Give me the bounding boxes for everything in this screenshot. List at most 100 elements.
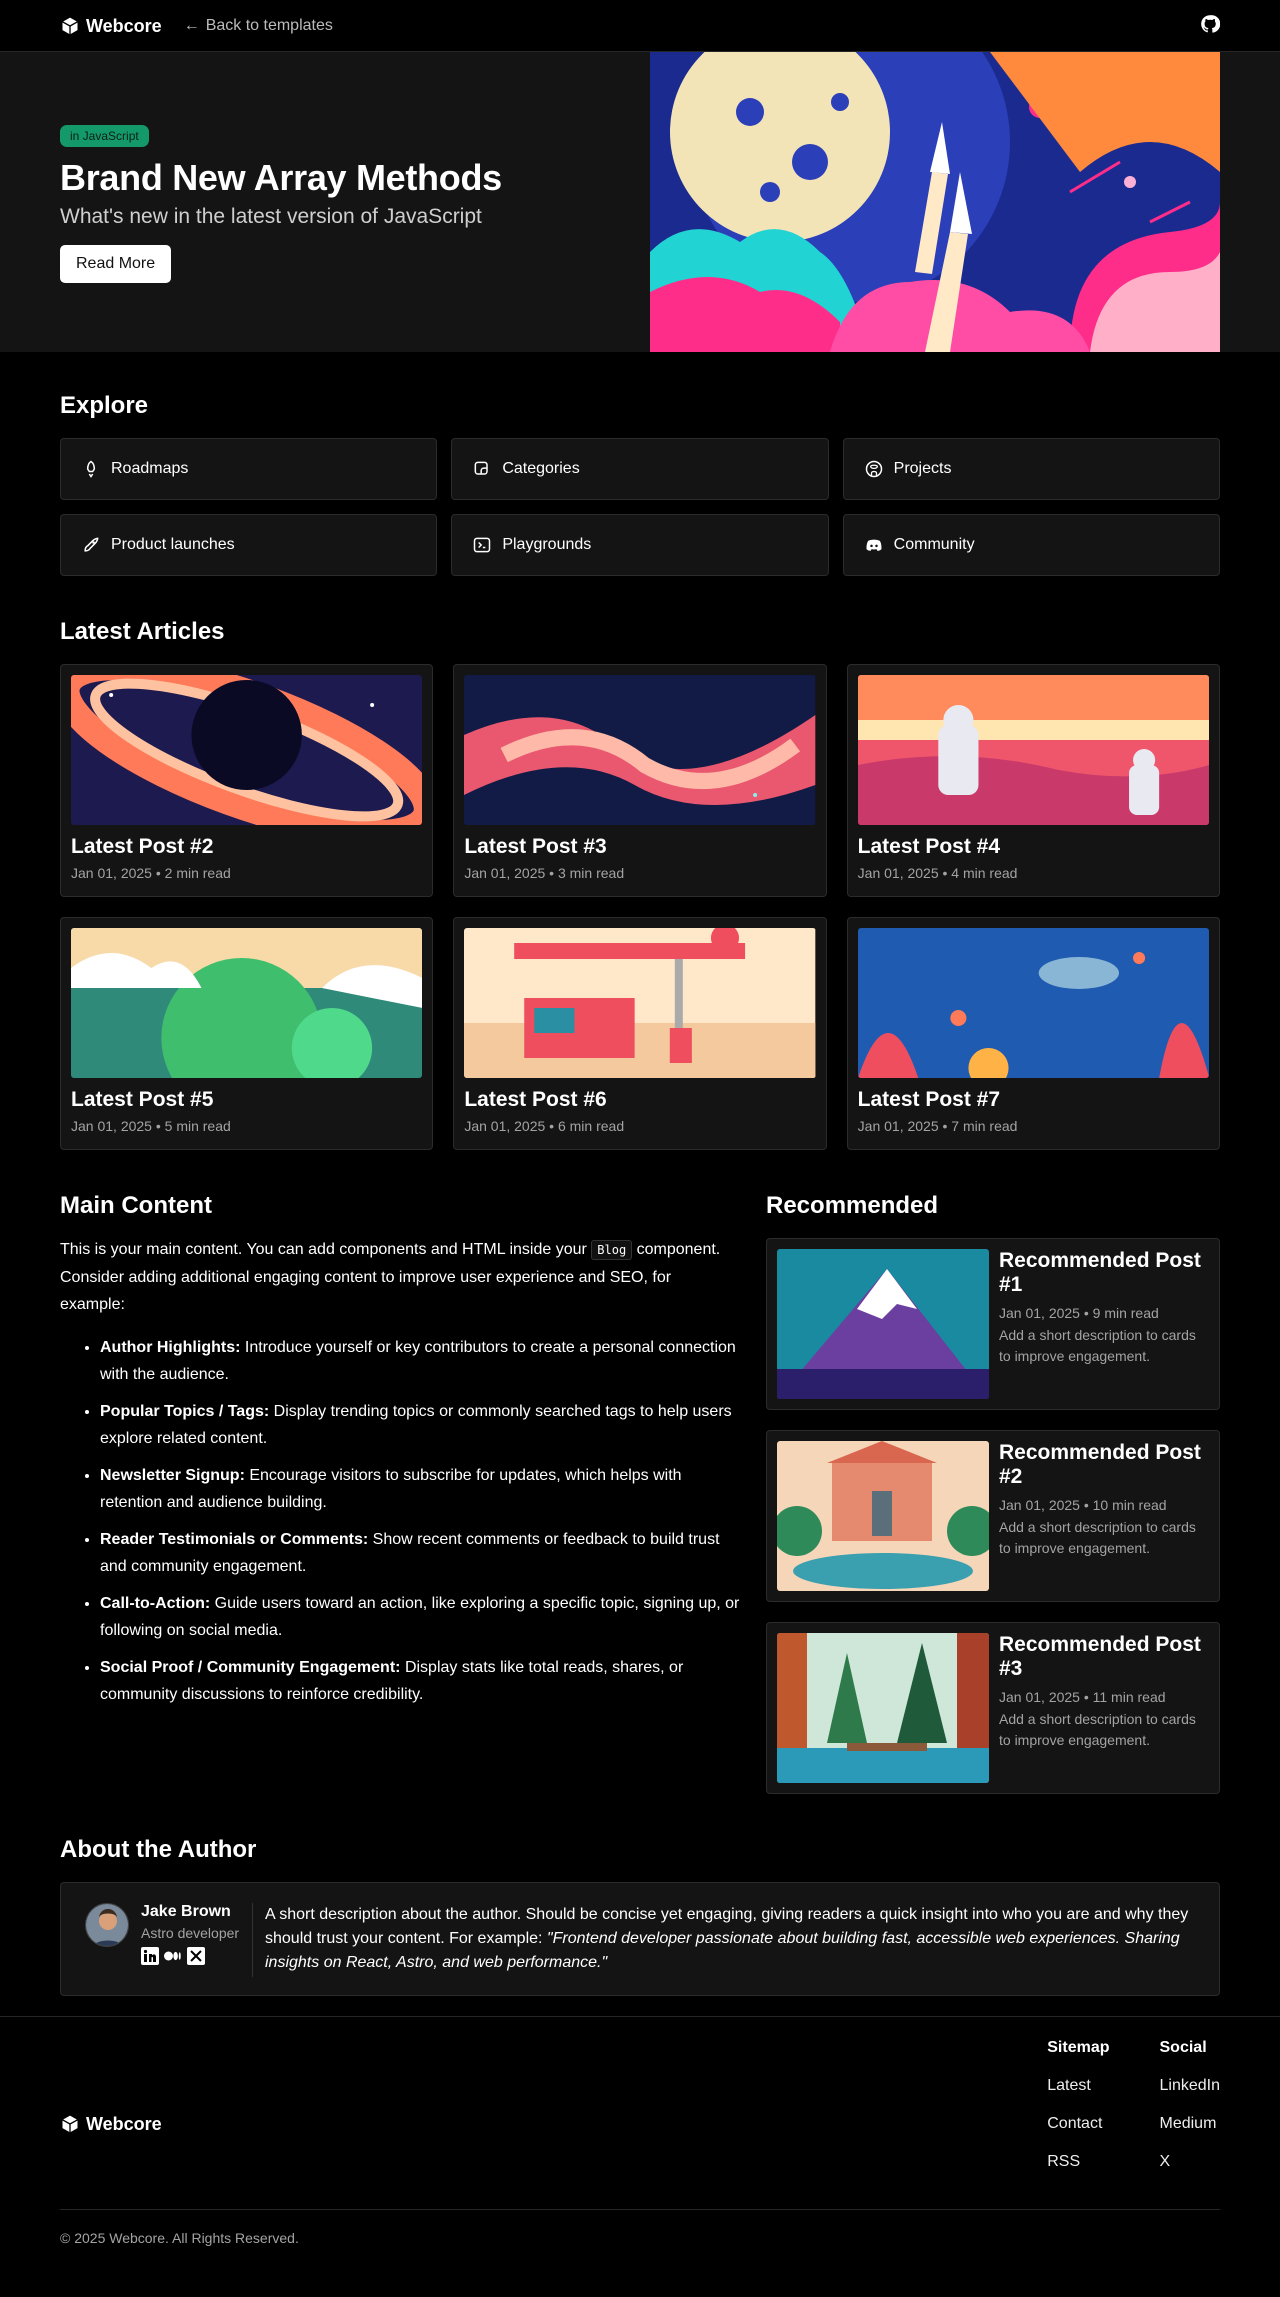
article-thumbnail	[71, 928, 423, 1078]
recommended-meta: Jan 01, 2025 • 10 min read	[999, 1497, 1167, 1513]
x-icon[interactable]	[187, 1947, 205, 1965]
article-card[interactable]: Latest Post #3 Jan 01, 2025 • 3 min read	[453, 664, 827, 897]
recommended-desc: Add a short description to cards to impr…	[999, 1519, 1196, 1556]
author-role: Astro developer	[141, 1925, 240, 1941]
tile-label: Projects	[893, 460, 952, 477]
recommended-card[interactable]: Recommended Post #2 Jan 01, 2025 • 10 mi…	[766, 1430, 1220, 1602]
article-meta: Jan 01, 2025 • 6 min read	[464, 1118, 625, 1134]
back-to-templates-link[interactable]: ← Back to templates	[184, 17, 333, 35]
article-card[interactable]: Latest Post #7 Jan 01, 2025 • 7 min read	[846, 917, 1220, 1150]
article-thumbnail	[464, 928, 816, 1078]
category-badge[interactable]: in JavaScript	[60, 125, 149, 147]
recommended-thumbnail	[777, 1633, 989, 1783]
content-row: Main Content This is your main content. …	[60, 1150, 1220, 1794]
recommended-card[interactable]: Recommended Post #1 Jan 01, 2025 • 9 min…	[766, 1238, 1220, 1410]
hero-image	[650, 52, 1220, 352]
arrow-left-icon: ←	[183, 17, 200, 34]
suggestions-list: Author Highlights: Introduce yourself or…	[60, 1334, 740, 1708]
article-card[interactable]: Latest Post #6 Jan 01, 2025 • 6 min read	[453, 917, 827, 1150]
main-intro: This is your main content. You can add c…	[60, 1240, 721, 1313]
about-section: About the Author Jake Brown Astro develo…	[60, 1794, 1220, 1996]
tile-label: Community	[893, 536, 975, 553]
copyright: © 2025 Webcore. All Rights Reserved.	[60, 2209, 1220, 2285]
stickers-icon	[474, 461, 489, 475]
tile-label: Categories	[502, 460, 580, 477]
avatar	[85, 1903, 129, 1947]
recommended-desc: Add a short description to cards to impr…	[999, 1327, 1196, 1364]
article-title: Latest Post #2	[71, 835, 214, 858]
social-column: Social LinkedIn Medium X	[1160, 2039, 1221, 2209]
footer-link-latest[interactable]: Latest	[1047, 2077, 1109, 2095]
footer-link-rss[interactable]: RSS	[1047, 2153, 1109, 2171]
social-title: Social	[1159, 2039, 1207, 2056]
list-item: Popular Topics / Tags: Display trending …	[100, 1398, 740, 1452]
recommended-card[interactable]: Recommended Post #3 Jan 01, 2025 • 11 mi…	[766, 1622, 1220, 1794]
brand-logo[interactable]: Webcore	[60, 16, 162, 37]
top-nav: Webcore ← Back to templates	[0, 0, 1280, 52]
tile-label: Roadmaps	[111, 460, 189, 477]
footer-link-contact[interactable]: Contact	[1047, 2115, 1109, 2133]
list-item: Reader Testimonials or Comments: Show re…	[100, 1526, 740, 1580]
main-content: Main Content This is your main content. …	[60, 1192, 740, 1794]
github-icon	[1201, 14, 1221, 33]
github-link[interactable]	[1200, 14, 1221, 39]
recommended-thumbnail	[777, 1249, 989, 1399]
hero-section: in JavaScript Brand New Array Methods Wh…	[0, 52, 1280, 352]
read-more-button[interactable]: Read More	[60, 245, 172, 283]
latest-articles-section: Latest Articles Latest Post #2 Jan 01, 2…	[60, 576, 1220, 1150]
recommended-post-title: Recommended Post #2	[999, 1441, 1201, 1488]
explore-title: Explore	[60, 392, 149, 419]
recommended-post-title: Recommended Post #1	[999, 1249, 1201, 1296]
author-bio: A short description about the author. Sh…	[265, 1906, 1189, 1971]
explore-projects[interactable]: Projects	[842, 438, 1220, 500]
article-card[interactable]: Latest Post #5 Jan 01, 2025 • 5 min read	[60, 917, 434, 1150]
medium-icon[interactable]	[164, 1947, 182, 1965]
recommended-desc: Add a short description to cards to impr…	[999, 1711, 1196, 1748]
footer: Webcore Sitemap Latest Contact RSS Socia…	[0, 2016, 1280, 2209]
author-card: Jake Brown Astro developer A short descr…	[60, 1882, 1220, 1996]
article-thumbnail	[71, 675, 423, 825]
article-title: Latest Post #6	[464, 1088, 607, 1111]
main-content-title: Main Content	[60, 1192, 212, 1219]
explore-section: Explore Roadmaps Categories Projects Pro…	[60, 352, 1220, 576]
footer-link-x[interactable]: X	[1160, 2153, 1221, 2171]
author-name: Jake Brown	[141, 1903, 231, 1920]
linkedin-icon[interactable]	[141, 1947, 159, 1965]
tile-label: Playgrounds	[502, 536, 592, 553]
rocket-icon	[84, 537, 99, 552]
tile-label: Product launches	[111, 536, 235, 553]
footer-link-medium[interactable]: Medium	[1160, 2115, 1221, 2133]
explore-playgrounds[interactable]: Playgrounds	[451, 514, 829, 576]
sitemap-column: Sitemap Latest Contact RSS	[1047, 2039, 1109, 2209]
article-meta: Jan 01, 2025 • 7 min read	[857, 1118, 1018, 1134]
hero-title: Brand New Array Methods	[60, 157, 502, 198]
list-item: Newsletter Signup: Encourage visitors to…	[100, 1462, 740, 1516]
brand-name: Webcore	[86, 15, 162, 36]
explore-community[interactable]: Community	[842, 514, 1220, 576]
explore-categories[interactable]: Categories	[451, 438, 829, 500]
article-meta: Jan 01, 2025 • 2 min read	[71, 865, 231, 881]
recommended-meta: Jan 01, 2025 • 9 min read	[999, 1305, 1159, 1321]
back-label: Back to templates	[205, 17, 333, 34]
footer-brand[interactable]: Webcore	[60, 2039, 162, 2209]
cube-logo-icon	[62, 17, 78, 35]
article-thumbnail	[857, 675, 1209, 825]
list-item: Social Proof / Community Engagement: Dis…	[100, 1654, 740, 1708]
hero-subtitle: What's new in the latest version of Java…	[60, 205, 482, 228]
cube-logo-icon	[62, 2115, 78, 2133]
explore-product-launches[interactable]: Product launches	[60, 514, 438, 576]
article-title: Latest Post #5	[71, 1088, 214, 1111]
article-card[interactable]: Latest Post #4 Jan 01, 2025 • 4 min read	[846, 664, 1220, 897]
sitemap-title: Sitemap	[1047, 2039, 1110, 2056]
article-meta: Jan 01, 2025 • 4 min read	[857, 865, 1018, 881]
github-icon	[865, 460, 882, 478]
inline-code: Blog	[591, 1240, 633, 1260]
explore-roadmaps[interactable]: Roadmaps	[60, 438, 438, 500]
recommended-thumbnail	[777, 1441, 989, 1591]
footer-link-linkedin[interactable]: LinkedIn	[1160, 2077, 1221, 2095]
article-thumbnail	[857, 928, 1209, 1078]
article-card[interactable]: Latest Post #2 Jan 01, 2025 • 2 min read	[60, 664, 434, 897]
list-item: Call-to-Action: Guide users toward an ac…	[100, 1590, 740, 1644]
article-meta: Jan 01, 2025 • 5 min read	[71, 1118, 231, 1134]
terminal-icon	[474, 537, 491, 553]
